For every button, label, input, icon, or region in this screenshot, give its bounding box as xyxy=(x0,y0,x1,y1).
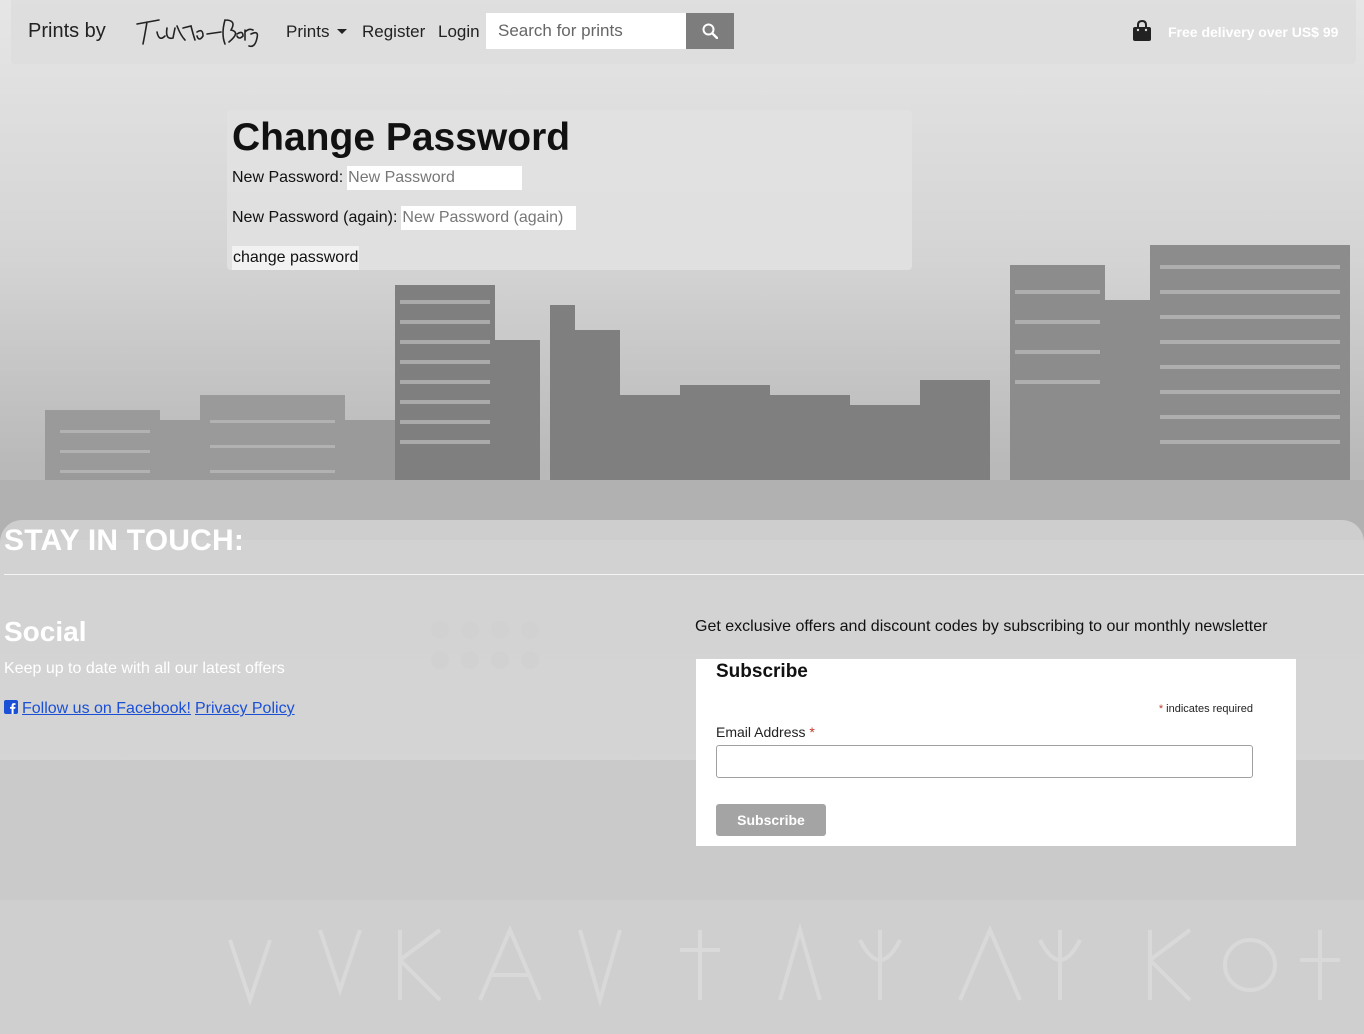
required-note: * indicates required xyxy=(1159,703,1253,715)
nav-login-link[interactable]: Login xyxy=(438,22,480,42)
new-password-label: New Password: xyxy=(232,169,344,186)
free-delivery-text: Free delivery over US$ 99 xyxy=(1168,24,1339,40)
privacy-policy-link[interactable]: Privacy Policy xyxy=(195,700,295,718)
shopping-bag-icon[interactable] xyxy=(1132,20,1152,42)
stay-in-touch-footer: STAY IN TOUCH: Social Keep up to date wi… xyxy=(0,520,1364,1034)
nav-prints-label: Prints xyxy=(286,22,330,41)
email-address-label-text: Email Address xyxy=(716,724,806,740)
new-password-row: New Password: xyxy=(232,166,523,190)
new-password-again-label: New Password (again): xyxy=(232,209,398,226)
social-links: Follow us on Facebook! Privacy Policy xyxy=(4,700,295,718)
change-password-button[interactable]: change password xyxy=(232,246,360,270)
social-heading: Social xyxy=(4,616,87,647)
social-description: Keep up to date with all our latest offe… xyxy=(4,660,285,677)
new-password-field[interactable] xyxy=(347,166,523,190)
new-password-again-field[interactable] xyxy=(401,206,577,230)
brand-text[interactable]: Prints by xyxy=(28,20,106,43)
nav-register-link[interactable]: Register xyxy=(362,22,425,42)
search-icon xyxy=(702,23,718,39)
facebook-link[interactable]: Follow us on Facebook! xyxy=(4,700,191,718)
facebook-square-icon xyxy=(4,700,18,714)
caret-down-icon xyxy=(337,29,348,34)
top-navbar: Prints by Prints Register Login Free del… xyxy=(11,0,1356,64)
new-password-again-row: New Password (again): xyxy=(232,206,577,230)
change-password-panel: Change Password New Password: New Passwo… xyxy=(227,110,912,270)
search-button[interactable] xyxy=(686,13,734,49)
facebook-link-label: Follow us on Facebook! xyxy=(22,700,191,717)
required-asterisk: * xyxy=(1158,703,1164,715)
subscribe-heading: Subscribe xyxy=(716,661,808,682)
page-title: Change Password xyxy=(232,116,571,159)
required-note-text: indicates required xyxy=(1166,703,1253,715)
subscribe-button[interactable]: Subscribe xyxy=(716,804,826,836)
email-field[interactable] xyxy=(716,745,1253,778)
newsletter-description: Get exclusive offers and discount codes … xyxy=(695,618,1268,635)
subscribe-form: Subscribe * indicates required Email Add… xyxy=(696,659,1296,846)
footer-divider xyxy=(4,574,1364,575)
email-required-asterisk: * xyxy=(809,724,815,740)
brand-logo-signature[interactable] xyxy=(133,14,263,50)
search-input[interactable] xyxy=(486,13,686,49)
nav-prints-dropdown[interactable]: Prints xyxy=(286,22,348,42)
stay-in-touch-heading: STAY IN TOUCH: xyxy=(4,524,245,557)
email-address-label: Email Address * xyxy=(716,724,815,740)
